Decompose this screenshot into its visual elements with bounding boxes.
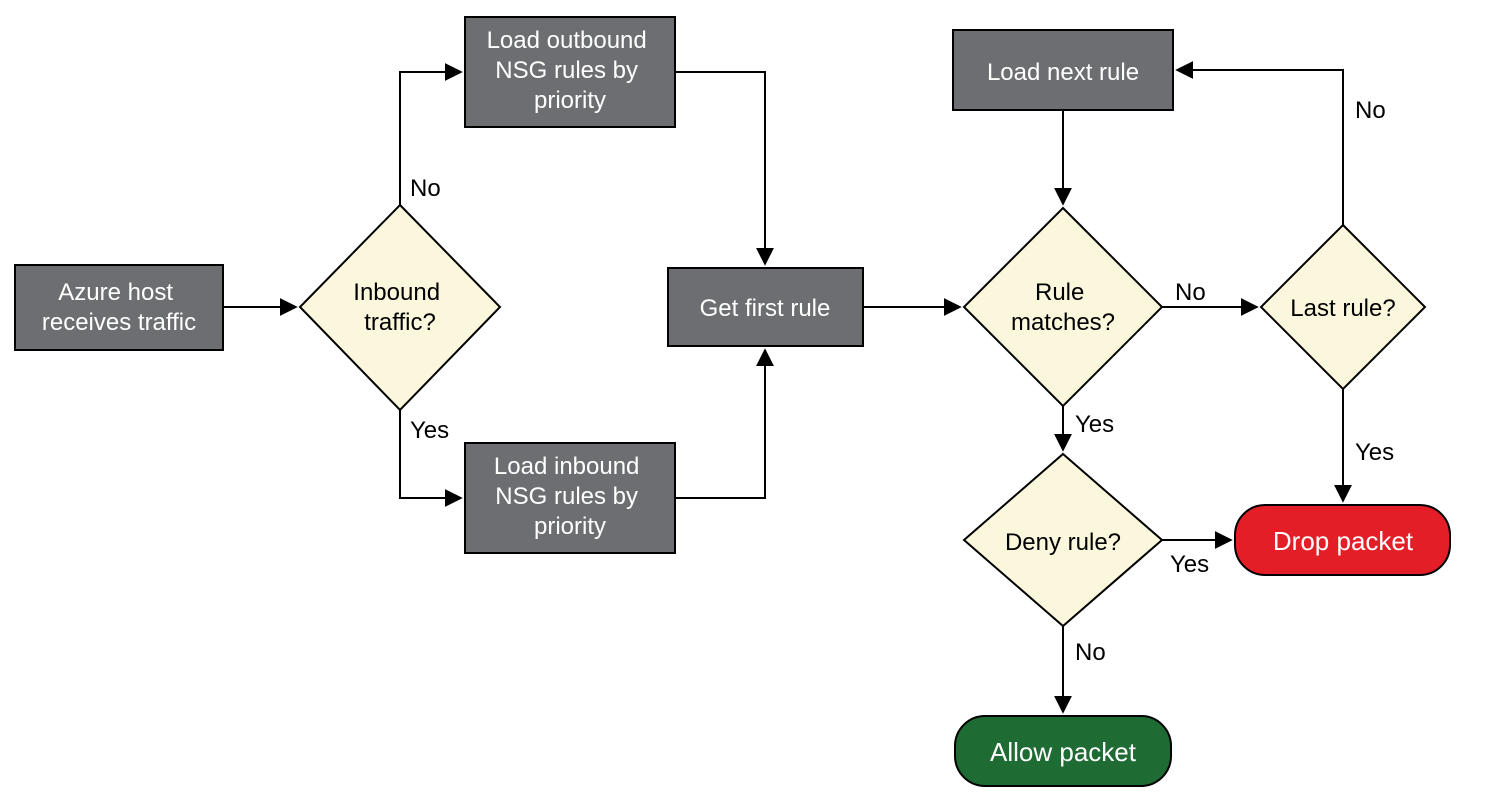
label-deny-no: No <box>1075 639 1106 666</box>
node-load-inbound-line3: priority <box>534 513 606 540</box>
node-load-outbound-line2: NSG rules by <box>495 57 638 84</box>
node-get-first-rule: Get first rule <box>668 268 863 346</box>
label-lastrule-no: No <box>1355 97 1386 124</box>
node-rule-matches-line2: matches? <box>1011 309 1115 336</box>
node-last-rule-line1: Last rule? <box>1290 295 1395 322</box>
node-drop-line1: Drop packet <box>1273 526 1414 556</box>
node-load-inbound: Load inbound NSG rules by priority <box>465 443 675 553</box>
node-load-next-rule: Load next rule <box>953 30 1173 110</box>
svg-text:Last rule?: Last rule? <box>1290 295 1395 322</box>
svg-text:Allow packet: Allow packet <box>990 737 1137 767</box>
node-allow-packet: Allow packet <box>955 716 1171 786</box>
node-get-first-line1: Get first rule <box>700 295 831 322</box>
node-inbound-line2: traffic? <box>364 309 436 336</box>
edge-outbound-to-first <box>675 72 765 264</box>
node-load-outbound-line1: Load outbound <box>487 27 647 54</box>
node-deny-rule-line1: Deny rule? <box>1005 529 1121 556</box>
node-start: Azure host receives traffic <box>15 265 223 350</box>
label-lastrule-yes: Yes <box>1355 439 1394 466</box>
node-last-rule: Last rule? <box>1261 225 1425 389</box>
edge-inboundload-to-first <box>675 350 765 498</box>
node-load-next-line1: Load next rule <box>987 59 1139 86</box>
svg-text:Get first rule: Get first rule <box>700 295 831 322</box>
label-matches-yes: Yes <box>1075 411 1114 438</box>
svg-text:Drop packet: Drop packet <box>1273 526 1414 556</box>
node-load-outbound: Load outbound NSG rules by priority <box>465 17 675 127</box>
label-inbound-yes: Yes <box>410 417 449 444</box>
label-inbound-no: No <box>410 175 441 202</box>
node-rule-matches: Rule matches? <box>964 208 1162 406</box>
node-load-inbound-line1: Load inbound <box>494 453 639 480</box>
node-deny-rule: Deny rule? <box>964 454 1162 626</box>
node-inbound-traffic: Inbound traffic? <box>300 205 500 410</box>
node-start-line2: receives traffic <box>42 309 196 336</box>
node-load-outbound-line3: priority <box>534 87 606 114</box>
node-start-line1: Azure host <box>58 279 173 306</box>
label-matches-no: No <box>1175 279 1206 306</box>
node-load-inbound-line2: NSG rules by <box>495 483 638 510</box>
svg-text:Deny rule?: Deny rule? <box>1005 529 1121 556</box>
svg-text:Load next rule: Load next rule <box>987 59 1139 86</box>
node-allow-line1: Allow packet <box>990 737 1137 767</box>
edge-lastrule-no <box>1177 70 1343 225</box>
node-inbound-line1: Inbound <box>353 279 440 306</box>
node-rule-matches-line1: Rule <box>1035 279 1084 306</box>
label-deny-yes: Yes <box>1170 551 1209 578</box>
node-drop-packet: Drop packet <box>1235 505 1450 575</box>
